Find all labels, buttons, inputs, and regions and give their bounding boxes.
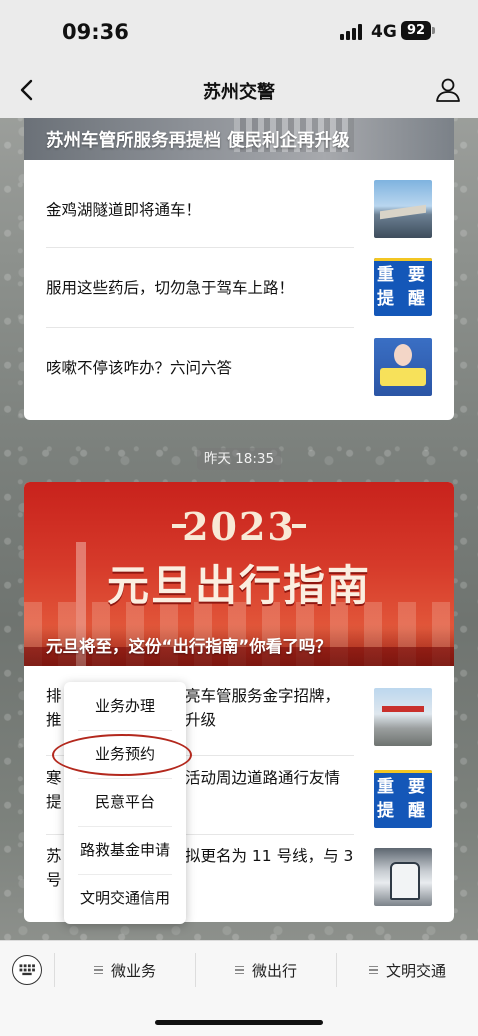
article-title-fragment[interactable]: 拟更名为 11 号线，与 3 — [185, 838, 385, 918]
menu-lines-icon — [368, 964, 378, 977]
hero-caption[interactable]: 元旦将至，这份“出行指南”你看了吗？ — [46, 633, 332, 657]
tunnel-photo-thumbnail — [374, 180, 432, 238]
home-indicator[interactable] — [155, 1020, 323, 1025]
traffic-photo-thumbnail — [374, 688, 432, 746]
list-item[interactable]: 金鸡湖隧道即将通车！ — [46, 170, 432, 250]
menu-item-rescue-fund[interactable]: 路救基金申请 — [64, 826, 186, 874]
article-title[interactable]: 金鸡湖隧道即将通车！ — [46, 170, 356, 250]
network-type: 4G — [371, 22, 397, 42]
battery-icon: 92 — [401, 21, 431, 40]
battery-tip — [432, 27, 435, 34]
person-figure — [394, 344, 412, 366]
menu-tab-label: 文明交通 — [385, 961, 446, 980]
metro-photo-thumbnail — [374, 848, 432, 906]
article-title-fragment[interactable]: 活动周边道路通行友情 — [185, 760, 375, 840]
decoration-dash — [292, 524, 306, 528]
article-title[interactable]: 服用这些药后，切勿急于驾车上路！ — [46, 248, 356, 328]
profile-icon[interactable] — [434, 76, 462, 104]
timestamp-badge: 昨天 18:35 — [197, 448, 281, 470]
hero-year: 2023 — [182, 504, 296, 549]
menu-tab-label: 微业务 — [110, 961, 156, 980]
page-title: 苏州交警 — [203, 82, 275, 103]
menu-tab-micro-travel[interactable]: 微出行 — [196, 941, 336, 999]
thumbnail-tag — [380, 368, 426, 386]
keyboard-icon[interactable] — [12, 955, 42, 985]
banner-title[interactable]: 苏州车管所服务再提档 便民利企再升级 — [46, 127, 350, 152]
bottom-menu-bar: 微业务 微出行 文明交通 — [0, 940, 478, 998]
alert-poster-thumbnail: 重 要 提 醒 — [374, 258, 432, 316]
home-area — [0, 998, 478, 1036]
menu-tab-label: 微出行 — [251, 961, 297, 980]
cough-illustration-thumbnail — [374, 338, 432, 396]
submenu-popup: 业务办理 业务预约 民意平台 路救基金申请 文明交通信用 — [64, 682, 186, 924]
status-bar: 09:36 4G 92 — [0, 0, 478, 62]
thumbnail-text: 重 要 提 醒 — [377, 265, 429, 309]
nav-bar: 苏州交警 — [0, 62, 478, 118]
signal-icon — [340, 24, 364, 40]
menu-lines-icon — [93, 964, 103, 977]
menu-item-business-handling[interactable]: 业务办理 — [64, 682, 186, 730]
menu-item-business-appointment[interactable]: 业务预约 — [64, 730, 186, 778]
hero-banner[interactable]: 2023 元旦出行指南 元旦将至，这份“出行指南”你看了吗？ — [24, 482, 454, 666]
hero-headline: 元旦出行指南 — [106, 561, 371, 610]
article-title[interactable]: 咳嗽不停该咋办？六问六答 — [46, 328, 356, 408]
thumbnail-text: 重 要 提 醒 — [377, 777, 429, 821]
alert-poster-thumbnail: 重 要 提 醒 — [374, 770, 432, 828]
menu-tab-civilized-traffic[interactable]: 文明交通 — [337, 941, 478, 999]
list-item[interactable]: 咳嗽不停该咋办？六问六答 — [46, 328, 432, 408]
menu-item-public-opinion[interactable]: 民意平台 — [64, 778, 186, 826]
list-item[interactable]: 服用这些药后，切勿急于驾车上路！ 重 要 提 醒 — [46, 248, 432, 328]
menu-item-civilized-traffic-credit[interactable]: 文明交通信用 — [64, 874, 186, 922]
article-card-top: 苏州车管所服务再提档 便民利企再升级 金鸡湖隧道即将通车！ 服用这些药后，切勿急… — [24, 110, 454, 420]
status-time: 09:36 — [62, 20, 129, 44]
menu-tab-micro-business[interactable]: 微业务 — [55, 941, 195, 999]
article-title-fragment[interactable]: 亮车管服务金字招牌， 升级 — [185, 678, 375, 758]
menu-lines-icon — [234, 964, 244, 977]
